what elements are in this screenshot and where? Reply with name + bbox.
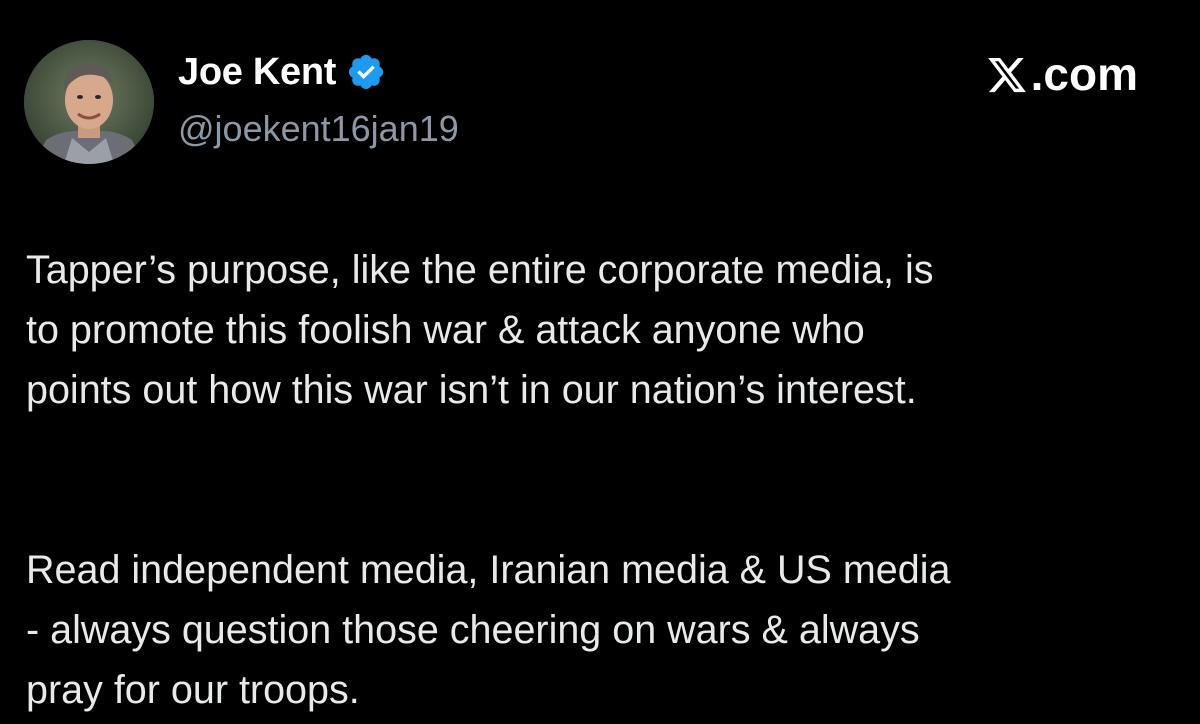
brand-domain-suffix: .com [1030, 48, 1138, 100]
author-name-row: Joe Kent [178, 48, 386, 96]
author-avatar[interactable] [24, 40, 154, 164]
tweet-text-line: Read independent media, Iranian media & … [26, 548, 951, 592]
author-display-name[interactable]: Joe Kent [178, 51, 336, 94]
author-handle[interactable]: @joekent16jan19 [178, 108, 459, 150]
verified-badge-icon [346, 52, 386, 92]
tweet-text-line: pray for our troops. [26, 668, 360, 712]
tweet-text-line: Tapper’s purpose, like the entire corpor… [26, 248, 934, 292]
tweet-body: Tapper’s purpose, like the entire corpor… [26, 240, 1186, 720]
tweet-text-line: points out how this war isn’t in our nat… [26, 368, 917, 412]
brand-watermark: .com [985, 46, 1138, 102]
tweet-card: Joe Kent @joekent16jan19 .com Tapper’s p… [0, 0, 1200, 724]
profile-photo [24, 40, 154, 164]
tweet-text-line: to promote this foolish war & attack any… [26, 308, 865, 352]
tweet-text-line: - always question those cheering on wars… [26, 608, 920, 652]
x-logo-icon [985, 53, 1029, 95]
